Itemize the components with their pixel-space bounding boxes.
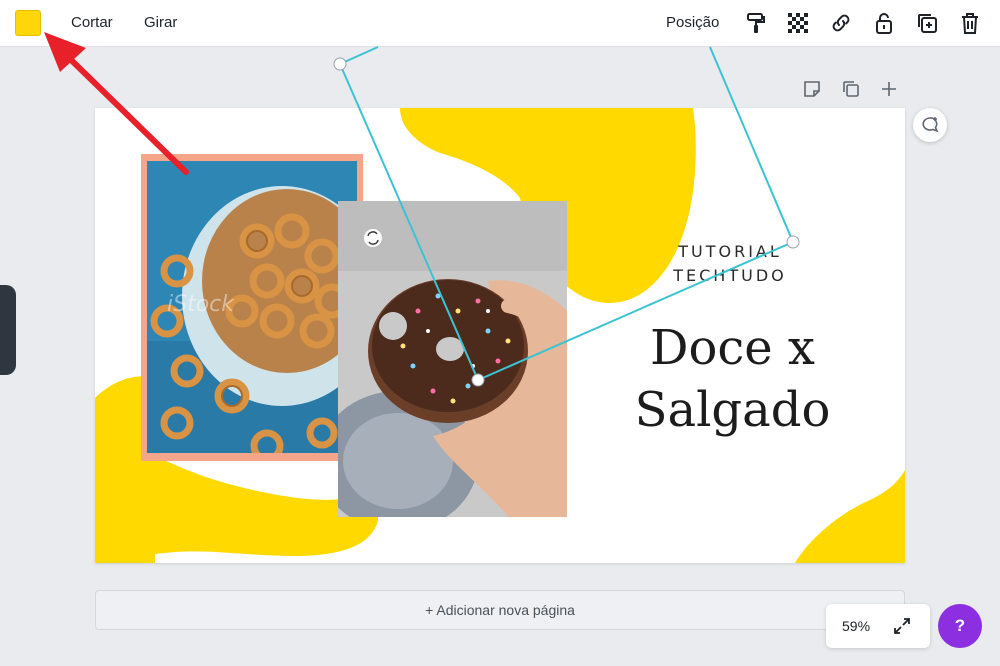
duplicate-icon[interactable] xyxy=(915,11,939,35)
headline-line-1[interactable]: Doce x xyxy=(595,318,870,378)
resize-handle[interactable] xyxy=(333,57,347,71)
techtudo-text[interactable]: TECHTUDO xyxy=(635,266,825,285)
zoom-control[interactable]: 59% xyxy=(826,604,930,648)
watermark: iStock xyxy=(167,292,235,317)
paint-roller-icon[interactable] xyxy=(744,11,768,35)
pretzel-bowl-photo[interactable]: iStock xyxy=(147,161,357,453)
design-page[interactable]: iStock TUTORIAL TECHTUDO Doce x Salgado xyxy=(95,108,905,563)
headline-line-2[interactable]: Salgado xyxy=(595,380,870,440)
crop-button[interactable]: Cortar xyxy=(71,14,113,31)
copy-page-icon[interactable] xyxy=(840,78,862,100)
color-swatch-button[interactable] xyxy=(15,10,41,36)
tutorial-text[interactable]: TUTORIAL xyxy=(635,242,825,261)
side-panel-toggle[interactable] xyxy=(0,285,16,375)
add-new-page-button[interactable]: + Adicionar nova página xyxy=(95,590,905,630)
position-button[interactable]: Posição xyxy=(666,14,719,31)
add-comment-button[interactable] xyxy=(913,108,947,142)
flip-button[interactable]: Girar xyxy=(144,14,177,31)
zoom-level[interactable]: 59% xyxy=(842,618,870,634)
editor-toolbar: Cortar Girar Posição xyxy=(0,0,1000,47)
transparency-icon[interactable] xyxy=(786,11,810,35)
pretzel-photo-frame[interactable]: iStock xyxy=(141,154,363,461)
comment-icon xyxy=(922,117,939,133)
donut-photo[interactable] xyxy=(338,201,567,517)
expand-icon[interactable] xyxy=(892,616,912,636)
lock-icon[interactable] xyxy=(872,11,896,35)
link-icon[interactable] xyxy=(829,11,853,35)
add-page-icon[interactable] xyxy=(878,78,900,100)
trash-icon[interactable] xyxy=(958,11,982,35)
notes-icon[interactable] xyxy=(801,78,823,100)
help-button[interactable]: ? xyxy=(938,604,982,648)
